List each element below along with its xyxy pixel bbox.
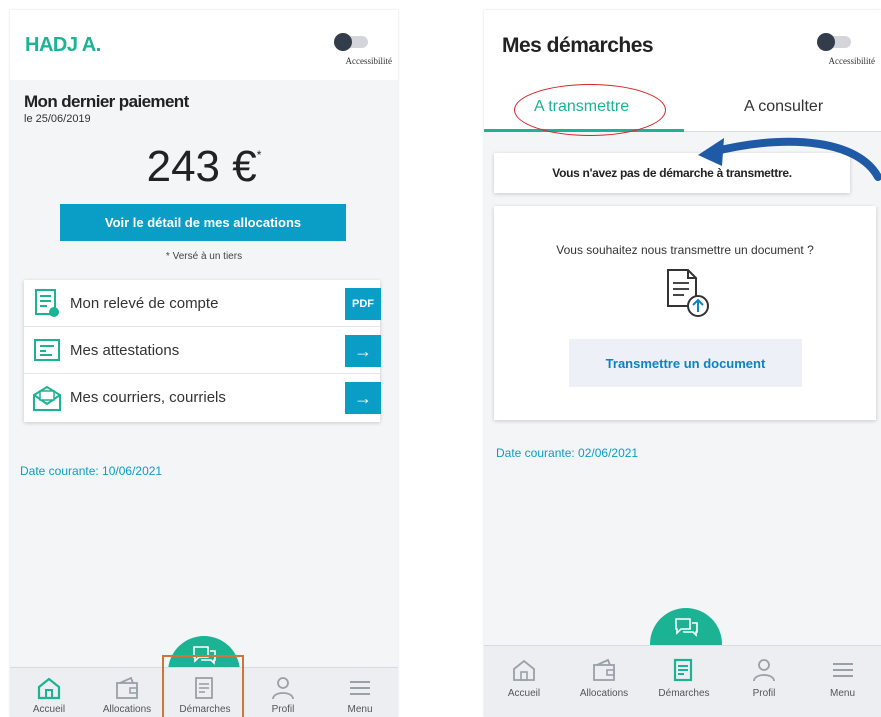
nav-menu[interactable]: Menu [804, 646, 881, 717]
arrow-right-button[interactable]: → [345, 382, 381, 414]
third-party-note: * Versé à un tiers [165, 251, 243, 262]
nav-label: Profil [271, 704, 295, 715]
documents-list: Mon relevé de compte PDF Mes attestation… [24, 280, 381, 422]
demarches-screen: Mes démarches Accessibilité A transmettr… [484, 10, 881, 717]
toggle-knob[interactable] [334, 33, 352, 51]
form-icon [673, 658, 693, 682]
user-icon [272, 677, 294, 700]
certificate-icon [30, 333, 64, 367]
nav-label: Accueil [507, 688, 541, 699]
list-item-certificates[interactable]: Mes attestations → [24, 327, 381, 374]
nav-home[interactable]: Accueil [10, 668, 88, 717]
allocation-details-button[interactable]: Voir le détail de mes allocations [60, 204, 346, 241]
nav-profile[interactable]: Profil [244, 668, 322, 717]
menu-icon [350, 681, 370, 695]
bottom-nav: Accueil Allocations Démarches Profil Men… [10, 655, 398, 717]
accessibility-label: Accessibilité [345, 56, 393, 66]
chat-icon [675, 618, 698, 637]
nav-demarches[interactable]: Démarches [644, 646, 724, 717]
page-title: Mes démarches [502, 34, 654, 57]
document-upload-icon [667, 269, 709, 317]
nav-label: Profil [752, 688, 776, 699]
user-name: HADJ A. [25, 34, 101, 56]
current-date: Date courante: 10/06/2021 [20, 464, 163, 478]
payment-amount-mark: * [256, 148, 262, 162]
nav-label: Menu [829, 688, 855, 699]
nav-label: Accueil [32, 704, 66, 715]
last-payment-date: le 25/06/2019 [24, 113, 91, 125]
nav-allocations[interactable]: Allocations [88, 668, 166, 717]
highlight-box [162, 655, 244, 717]
user-icon [753, 659, 775, 682]
toggle-knob[interactable] [817, 33, 835, 51]
home-screen: HADJ A. Accessibilité Mon dernier paieme… [10, 10, 398, 717]
list-item-mail[interactable]: Mes courriers, courriels → [24, 374, 381, 421]
nav-profile[interactable]: Profil [724, 646, 804, 717]
transmit-question: Vous souhaitez nous transmettre un docum… [556, 243, 814, 257]
home-icon [37, 677, 61, 700]
arrow-right-button[interactable]: → [345, 335, 381, 367]
toggle-track[interactable] [817, 33, 851, 51]
nav-label: Allocations [579, 688, 629, 699]
home-icon [513, 659, 535, 681]
tab-to-consult[interactable]: A consulter [744, 98, 823, 116]
list-item-label: Mes attestations [70, 341, 180, 359]
annotation-oval [514, 84, 666, 136]
transmit-document-button[interactable]: Transmettre un document [569, 339, 802, 387]
last-payment-title: Mon dernier paiement [24, 92, 189, 111]
list-item-account-statement[interactable]: Mon relevé de compte PDF [24, 280, 381, 327]
current-date: Date courante: 02/06/2021 [496, 446, 639, 460]
nav-home[interactable]: Accueil [484, 646, 564, 717]
pdf-button[interactable]: PDF [345, 288, 381, 320]
transmit-card: Vous souhaitez nous transmettre un docum… [494, 206, 876, 420]
account-statement-icon [30, 286, 64, 320]
payment-amount: 243 €* [10, 142, 398, 192]
list-item-label: Mes courriers, courriels [70, 389, 226, 406]
demarches-header: Mes démarches Accessibilité [484, 10, 881, 80]
nav-menu[interactable]: Menu [322, 668, 398, 717]
nav-label: Démarches [658, 688, 710, 699]
nav-label: Menu [347, 704, 373, 715]
annotation-arrow [698, 137, 881, 181]
wallet-icon [593, 658, 615, 681]
wallet-icon [116, 676, 138, 699]
menu-icon [832, 663, 853, 677]
home-header: HADJ A. Accessibilité [10, 10, 398, 80]
payment-amount-value: 243 € [146, 142, 257, 191]
list-item-label: Mon relevé de compte [70, 294, 219, 312]
toggle-track[interactable] [334, 33, 368, 51]
nav-allocations[interactable]: Allocations [564, 646, 644, 717]
nav-label: Allocations [102, 704, 152, 715]
bottom-nav: Accueil Allocations Démarches Profil Men… [484, 645, 881, 717]
accessibility-label: Accessibilité [828, 56, 876, 66]
mail-icon [30, 381, 64, 415]
